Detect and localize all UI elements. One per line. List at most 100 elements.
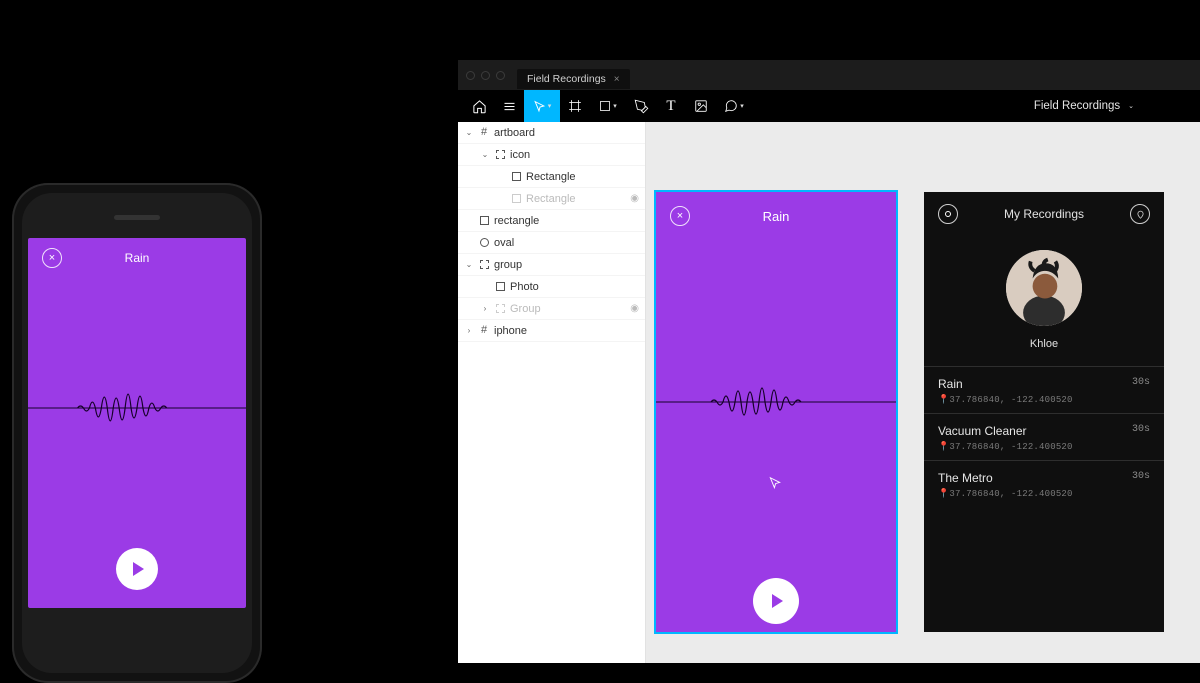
document-title-label: Field Recordings [1034,100,1120,112]
rectangle-icon [480,216,489,225]
image-tool[interactable] [686,90,716,122]
layer-row[interactable]: ⌄#artboard [458,122,645,144]
layers-panel: ⌄#artboard⌄iconRectangleRectangle◉rectan… [458,122,646,663]
rectangle-icon [512,194,521,203]
comment-icon [724,99,738,113]
layer-row[interactable]: oval [458,232,645,254]
layer-row[interactable]: › Group ◉ [458,298,645,320]
layer-name: Rectangle [526,171,639,183]
chevron-down-icon: ▾ [740,102,744,110]
layer-name: iphone [494,325,639,337]
document-title[interactable]: Field Recordings ⌄ [1034,100,1194,112]
rectangle-icon [496,282,505,291]
traffic-min-icon[interactable] [481,71,490,80]
layer-row[interactable]: › # iphone [458,320,645,342]
chevron-icon[interactable]: ⌄ [464,260,474,269]
close-icon[interactable]: × [42,248,62,268]
play-icon [133,562,144,576]
rain-header: × Rain [656,192,896,226]
track-row[interactable]: The Metro30s📍37.786840, -122.400520 [924,460,1164,507]
home-tool[interactable] [464,90,494,122]
close-tab-icon[interactable]: × [614,74,620,85]
layer-row[interactable]: ⌄ group [458,254,645,276]
visibility-icon[interactable]: ◉ [630,303,639,314]
text-icon: T [666,98,675,115]
move-icon [533,100,546,113]
iphone-device: × Rain [12,183,262,663]
layer-row[interactable]: Rectangle◉ [458,188,645,210]
layer-name: Group [510,303,626,315]
iphone-bezel: × Rain [22,193,252,673]
play-icon [772,594,783,608]
toolbar: ▾ ▾ T ▾ Field Recordings ⌄ [458,90,1200,122]
avatar-image [1006,250,1082,326]
frame-icon: # [481,325,487,336]
iphone-body: × Rain [12,183,262,683]
group-icon [496,304,505,313]
waveform-area [28,268,246,548]
location-icon[interactable] [1130,204,1150,224]
rain-screen-phone: × Rain [28,238,246,608]
layer-row[interactable]: ⌄icon [458,144,645,166]
artboard-rain[interactable]: × Rain [656,192,896,632]
chevron-down-icon: ▾ [613,102,617,110]
traffic-max-icon[interactable] [496,71,505,80]
layer-row[interactable]: Photo [458,276,645,298]
shape-tool[interactable]: ▾ [590,90,626,122]
traffic-close-icon[interactable] [466,71,475,80]
pin-icon: 📍 [938,489,949,499]
track-duration: 30s [1132,377,1150,391]
artboard-recordings[interactable]: My Recordings Khl [924,192,1164,632]
layer-row[interactable]: Rectangle [458,166,645,188]
rectangle-icon [599,100,611,112]
window-titlebar: Field Recordings × [458,60,1200,90]
cursor-icon [768,474,782,492]
rectangle-icon [512,172,521,181]
app-body: ⌄#artboard⌄iconRectangleRectangle◉rectan… [458,122,1200,663]
chevron-icon[interactable]: › [480,304,490,313]
frame-tool[interactable] [560,90,590,122]
window-controls[interactable] [466,71,505,80]
text-tool[interactable]: T [656,90,686,122]
layer-name: artboard [494,127,639,139]
track-duration: 30s [1132,424,1150,438]
comment-tool[interactable]: ▾ [716,90,752,122]
track-geo: 📍37.786840, -122.400520 [938,489,1150,499]
play-button[interactable] [116,548,158,590]
chevron-icon[interactable]: › [464,326,474,335]
track-title: Rain [938,377,963,391]
canvas[interactable]: × Rain [646,122,1200,663]
home-icon [472,99,487,114]
image-icon [694,99,708,113]
pen-tool[interactable] [626,90,656,122]
track-title: Vacuum Cleaner [938,424,1027,438]
chevron-icon[interactable]: ⌄ [464,128,474,137]
rain-header: × Rain [28,238,246,268]
screen-title: Rain [690,209,862,224]
recordings-title: My Recordings [958,207,1130,221]
chevron-icon[interactable]: ⌄ [480,150,490,159]
iphone-screen: × Rain [28,238,246,608]
layer-row[interactable]: rectangle [458,210,645,232]
visibility-icon[interactable]: ◉ [630,193,639,204]
pen-icon [634,99,649,114]
close-icon[interactable]: × [670,206,690,226]
circle-icon [480,238,489,247]
design-app-window: Field Recordings × ▾ ▾ T [458,60,1200,663]
iphone-speaker [114,215,160,220]
track-row[interactable]: Rain30s📍37.786840, -122.400520 [924,366,1164,413]
track-row[interactable]: Vacuum Cleaner30s📍37.786840, -122.400520 [924,413,1164,460]
chevron-down-icon: ⌄ [1128,102,1134,110]
group-icon [496,150,505,159]
play-button[interactable] [753,578,799,624]
record-icon[interactable] [938,204,958,224]
tab-label: Field Recordings [527,73,606,85]
pin-icon: 📍 [938,442,949,452]
layer-name: group [494,259,639,271]
document-tab[interactable]: Field Recordings × [517,69,630,89]
move-tool[interactable]: ▾ [524,90,560,122]
menu-tool[interactable] [494,90,524,122]
waveform-icon [656,372,896,432]
waveform-area [656,226,896,578]
frame-icon [568,99,582,113]
